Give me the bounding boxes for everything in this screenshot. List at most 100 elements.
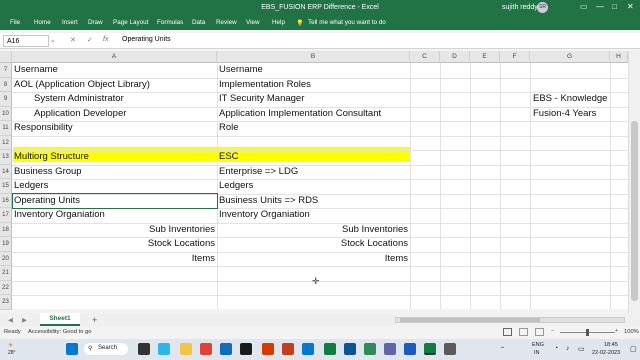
edge-browser-icon[interactable] xyxy=(158,343,170,355)
wifi-icon[interactable]: ◔ xyxy=(554,345,558,352)
chevron-down-icon[interactable]: ⌄ xyxy=(50,36,56,44)
row-header-15[interactable]: 15 xyxy=(0,179,12,194)
column-header-h[interactable]: H xyxy=(610,51,628,63)
cell-g9[interactable]: EBS - Knowledge xyxy=(533,92,607,106)
cell-a19[interactable]: Stock Locations xyxy=(14,237,215,251)
teams-icon[interactable] xyxy=(384,343,396,355)
app-icon-1[interactable] xyxy=(240,343,252,355)
column-header-g[interactable]: G xyxy=(530,51,610,63)
cell-a15[interactable]: Ledgers xyxy=(14,179,48,193)
formula-input[interactable]: Operating Units xyxy=(122,36,171,43)
cell-b18[interactable]: Sub Inventories xyxy=(219,223,408,237)
cell-a17[interactable]: Inventory Organiation xyxy=(14,208,105,222)
battery-icon[interactable]: ▭ xyxy=(578,345,585,353)
confirm-button[interactable]: ✓ xyxy=(87,36,93,44)
language-indicator[interactable]: ENG xyxy=(532,342,544,348)
row-header-16[interactable]: 16 xyxy=(0,193,12,208)
word-icon[interactable] xyxy=(404,343,416,355)
cell-b14[interactable]: Enterprise => LDG xyxy=(219,165,298,179)
row-header-7[interactable]: 7 xyxy=(0,63,12,78)
tab-data[interactable]: Data xyxy=(192,19,205,26)
select-all-corner[interactable] xyxy=(0,51,12,63)
cell-b11[interactable]: Role xyxy=(219,121,239,135)
row-header-18[interactable]: 18 xyxy=(0,222,12,237)
cell-b10[interactable]: Application Implementation Consultant xyxy=(219,107,381,121)
cell-b13[interactable]: ESC xyxy=(219,150,239,164)
app-icon-5[interactable] xyxy=(344,343,356,355)
row-header-21[interactable]: 21 xyxy=(0,266,12,281)
column-header-f[interactable]: F xyxy=(500,51,530,63)
cell-a13[interactable]: Multiorg Structure xyxy=(14,150,89,164)
column-header-b[interactable]: B xyxy=(217,51,410,63)
insert-function-button[interactable]: fx xyxy=(103,36,108,43)
store-icon[interactable] xyxy=(220,343,232,355)
cell-a10[interactable]: Application Developer xyxy=(34,107,126,121)
maximize-button[interactable]: □ xyxy=(612,2,617,11)
powerpoint-icon[interactable] xyxy=(282,343,294,355)
row-header-13[interactable]: 13 xyxy=(0,150,12,165)
row-header-10[interactable]: 10 xyxy=(0,106,12,121)
app-icon-2[interactable] xyxy=(262,343,274,355)
tab-insert[interactable]: Insert xyxy=(62,19,78,26)
zoom-slider[interactable] xyxy=(560,329,615,336)
zoom-slider-thumb[interactable] xyxy=(586,329,589,336)
clock-date[interactable]: 22-02-2023 xyxy=(592,350,620,356)
next-sheet-icon[interactable]: ▶ xyxy=(22,316,27,324)
avatar[interactable]: SR xyxy=(537,2,548,13)
volume-icon[interactable]: ♪ xyxy=(566,345,570,352)
column-header-c[interactable]: C xyxy=(410,51,440,63)
cell-b7[interactable]: Username xyxy=(219,63,263,77)
tab-help[interactable]: Help xyxy=(272,19,285,26)
cell-b16[interactable]: Business Units => RDS xyxy=(219,194,318,208)
normal-view-icon[interactable] xyxy=(503,328,512,336)
cell-g10[interactable]: Fusion-4 Years xyxy=(533,107,596,121)
cell-b19[interactable]: Stock Locations xyxy=(219,237,408,251)
user-name[interactable]: sujith reddy xyxy=(502,4,538,11)
row-header-22[interactable]: 22 xyxy=(0,280,12,295)
cell-b9[interactable]: IT Security Manager xyxy=(219,92,304,106)
clock-time[interactable]: 18:45 xyxy=(604,342,618,348)
zoom-out-button[interactable]: − xyxy=(551,328,554,334)
prev-sheet-icon[interactable]: ◀ xyxy=(8,316,13,324)
row-header-8[interactable]: 8 xyxy=(0,77,12,92)
add-sheet-button[interactable]: + xyxy=(92,315,97,325)
cell-b8[interactable]: Implementation Roles xyxy=(219,78,311,92)
zoom-level[interactable]: 100% xyxy=(624,329,639,335)
ribbon-display-icon[interactable]: ▭ xyxy=(580,2,588,11)
cell-a14[interactable]: Business Group xyxy=(14,165,82,179)
tab-view[interactable]: View xyxy=(246,19,260,26)
row-header-23[interactable]: 23 xyxy=(0,295,12,310)
close-button[interactable]: ✕ xyxy=(627,2,634,11)
weather-icon[interactable]: ☀ xyxy=(8,342,13,349)
excel-icon[interactable] xyxy=(424,343,436,355)
app-icon-4[interactable] xyxy=(324,343,336,355)
cell-a7[interactable]: Username xyxy=(14,63,58,77)
cancel-button[interactable]: ✕ xyxy=(70,36,76,44)
task-view-icon[interactable] xyxy=(138,343,150,355)
cell-b20[interactable]: Items xyxy=(219,252,408,266)
tab-page-layout[interactable]: Page Layout xyxy=(113,19,148,26)
row-header-17[interactable]: 17 xyxy=(0,208,12,223)
notifications-icon[interactable]: ▢ xyxy=(630,345,637,353)
row-header-20[interactable]: 20 xyxy=(0,251,12,266)
page-layout-view-icon[interactable] xyxy=(519,328,528,336)
scrollbar-thumb[interactable] xyxy=(631,121,638,301)
cell-a8[interactable]: AOL (Application Object Library) xyxy=(14,78,150,92)
cell-b15[interactable]: Ledgers xyxy=(219,179,253,193)
cell-b17[interactable]: Inventory Organiation xyxy=(219,208,310,222)
tab-home[interactable]: Home xyxy=(34,19,51,26)
row-header-11[interactable]: 11 xyxy=(0,121,12,136)
app-icon-6[interactable] xyxy=(364,343,376,355)
row-header-9[interactable]: 9 xyxy=(0,92,12,107)
column-header-d[interactable]: D xyxy=(440,51,470,63)
row-header-12[interactable]: 12 xyxy=(0,135,12,150)
file-explorer-icon[interactable] xyxy=(180,343,192,355)
column-header-e[interactable]: E xyxy=(470,51,500,63)
cell-a9[interactable]: System Administrator xyxy=(34,92,124,106)
tab-review[interactable]: Review xyxy=(216,19,237,26)
cell-a18[interactable]: Sub Inventories xyxy=(14,223,215,237)
app-icon-7[interactable] xyxy=(444,343,456,355)
tab-draw[interactable]: Draw xyxy=(88,19,103,26)
app-icon-3[interactable] xyxy=(302,343,314,355)
tab-file[interactable]: File xyxy=(10,19,20,26)
